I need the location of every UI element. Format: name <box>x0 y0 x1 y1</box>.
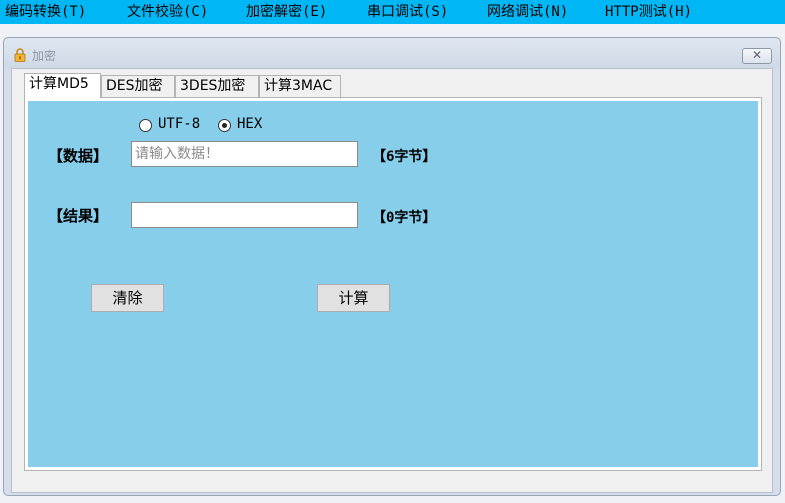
menu-encrypt-decrypt[interactable]: 加密解密(E) <box>246 0 327 24</box>
close-button[interactable]: ✕ <box>742 48 772 64</box>
radio-utf8[interactable] <box>139 119 152 132</box>
tab-des[interactable]: DES加密 <box>101 75 175 97</box>
window-titlebar[interactable]: 加密 ✕ <box>4 38 780 68</box>
close-icon: ✕ <box>751 48 763 62</box>
menu-http-test[interactable]: HTTP测试(H) <box>605 0 692 24</box>
compute-button[interactable]: 计算 <box>317 284 390 312</box>
radio-utf8-label[interactable]: UTF-8 <box>158 116 200 132</box>
encrypt-window: 加密 ✕ 计算MD5 DES加密 3DES加密 计算3MAC UTF-8 HEX… <box>3 37 781 496</box>
tab-md5[interactable]: 计算MD5 <box>24 73 101 98</box>
data-input[interactable] <box>131 141 358 167</box>
menu-file-verify[interactable]: 文件校验(C) <box>127 0 208 24</box>
tab-panel-md5: UTF-8 HEX 【数据】 【6字节】 【结果】 【0字节】 清除 计算 <box>24 97 762 471</box>
radio-hex-label[interactable]: HEX <box>237 116 262 132</box>
tab-3des[interactable]: 3DES加密 <box>175 75 259 97</box>
radio-hex[interactable] <box>218 119 231 132</box>
menu-encoding-convert[interactable]: 编码转换(T) <box>5 0 86 24</box>
result-label: 【结果】 <box>48 207 109 225</box>
data-byte-count: 【6字节】 <box>372 149 437 165</box>
result-byte-count: 【0字节】 <box>372 210 437 226</box>
result-output[interactable] <box>131 202 358 228</box>
md5-form: UTF-8 HEX 【数据】 【6字节】 【结果】 【0字节】 清除 计算 <box>28 101 758 467</box>
menu-network-debug[interactable]: 网络调试(N) <box>487 0 568 24</box>
clear-button[interactable]: 清除 <box>91 284 164 312</box>
window-client-area: 计算MD5 DES加密 3DES加密 计算3MAC UTF-8 HEX 【数据】… <box>11 68 773 493</box>
window-title: 加密 <box>32 49 57 63</box>
data-label: 【数据】 <box>48 147 109 165</box>
tab-3mac[interactable]: 计算3MAC <box>259 75 341 97</box>
lock-icon <box>14 48 26 62</box>
menu-bar: 编码转换(T) 文件校验(C) 加密解密(E) 串口调试(S) 网络调试(N) … <box>0 0 785 24</box>
menu-serial-debug[interactable]: 串口调试(S) <box>367 0 448 24</box>
